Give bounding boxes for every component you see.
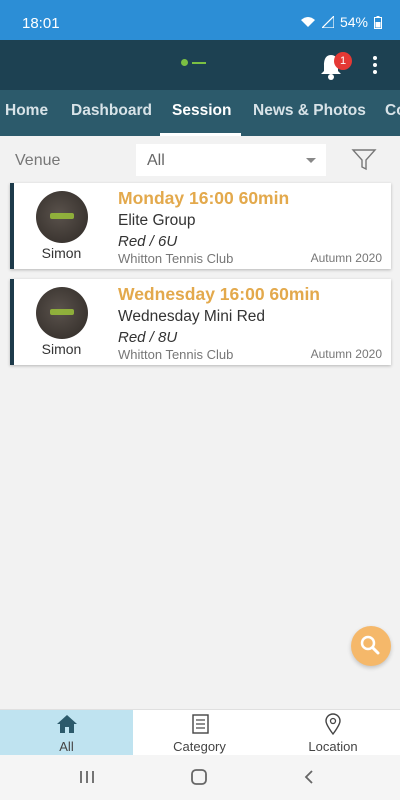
coach-name: Simon xyxy=(41,245,82,261)
tab-home[interactable]: Home xyxy=(5,90,48,136)
notification-badge: 1 xyxy=(334,52,352,70)
coach-name: Simon xyxy=(41,341,82,357)
session-card[interactable]: Simon Monday 16:00 60min Elite Group Red… xyxy=(10,183,391,269)
bottom-nav-location[interactable]: Location xyxy=(266,710,400,756)
filter-funnel-icon[interactable] xyxy=(351,148,377,172)
tab-dashboard[interactable]: Dashboard xyxy=(71,90,152,136)
back-icon[interactable] xyxy=(302,769,316,785)
session-group: Elite Group xyxy=(118,212,196,229)
session-card[interactable]: Simon Wednesday 16:00 60min Wednesday Mi… xyxy=(10,279,391,365)
status-bar: 18:01 54% xyxy=(0,0,400,40)
search-button[interactable] xyxy=(351,626,391,666)
coach-avatar xyxy=(36,287,88,339)
session-term: Autumn 2020 xyxy=(310,251,382,265)
home-icon xyxy=(56,715,77,733)
venue-label: Venue xyxy=(15,152,61,169)
bottom-nav-all-label: All xyxy=(59,739,74,754)
session-level: Red / 6U xyxy=(118,233,178,250)
tab-news-photos[interactable]: News & Photos xyxy=(253,90,366,136)
venue-dropdown-value: All xyxy=(147,152,165,169)
session-level: Red / 8U xyxy=(118,329,178,346)
wifi-icon xyxy=(300,17,315,27)
bottom-nav-category-label: Category xyxy=(173,739,226,754)
battery-percent: 54% xyxy=(339,14,368,30)
bottom-nav-all[interactable]: All xyxy=(0,710,133,756)
bottom-nav-location-label: Location xyxy=(308,739,358,754)
chevron-down-icon xyxy=(306,158,316,163)
location-pin-icon xyxy=(325,713,341,735)
app-logo xyxy=(181,59,206,66)
session-club: Whitton Tennis Club xyxy=(118,347,234,362)
session-title: Monday 16:00 60min xyxy=(118,188,290,208)
coach-avatar xyxy=(36,191,88,243)
session-term: Autumn 2020 xyxy=(310,347,382,361)
bottom-nav-category[interactable]: Category xyxy=(133,710,266,756)
tab-more[interactable]: Co xyxy=(385,90,400,136)
session-club: Whitton Tennis Club xyxy=(118,251,234,266)
more-options-icon[interactable] xyxy=(370,54,380,78)
battery-icon xyxy=(374,15,382,29)
system-navigation-bar xyxy=(0,755,400,800)
home-circle-icon[interactable] xyxy=(189,768,209,786)
session-group: Wednesday Mini Red xyxy=(118,308,266,325)
session-title: Wednesday 16:00 60min xyxy=(118,284,320,304)
bottom-navigation: All Category Location xyxy=(0,709,400,756)
status-time: 18:01 xyxy=(22,15,60,32)
list-icon xyxy=(191,714,209,734)
tab-session[interactable]: Session xyxy=(172,90,231,136)
search-icon xyxy=(360,635,380,655)
recent-apps-icon[interactable] xyxy=(78,769,96,785)
signal-icon xyxy=(321,16,334,28)
tab-bar: Home Dashboard Session News & Photos Co xyxy=(0,90,400,136)
